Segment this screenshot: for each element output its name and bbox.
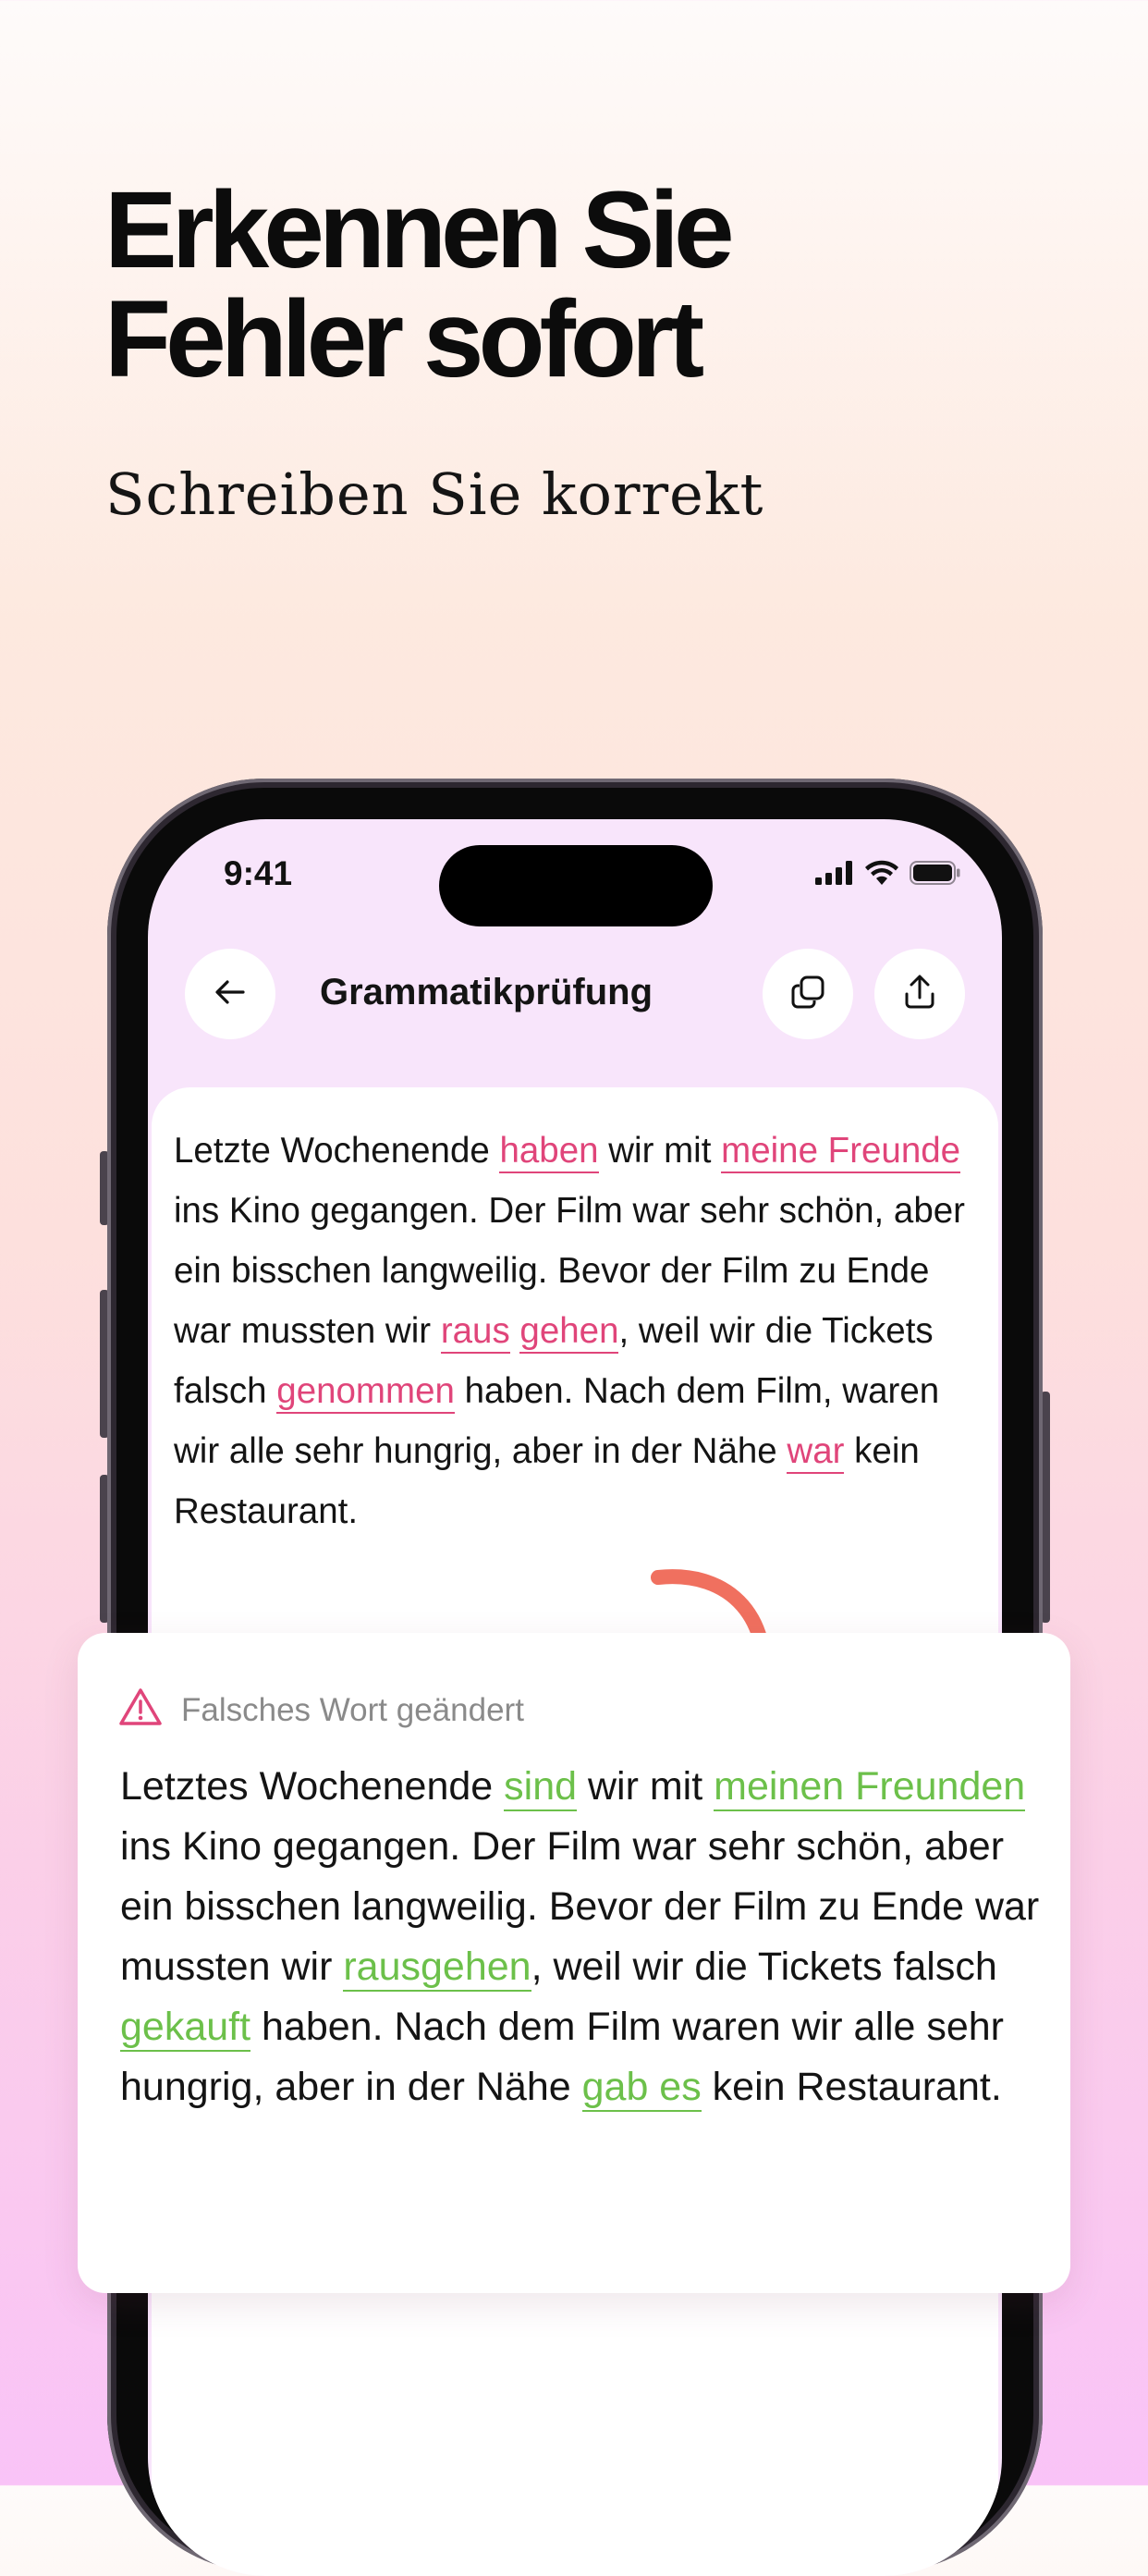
text-segment: wir mit — [598, 1131, 722, 1171]
text-segment: Letzte Wochenende — [174, 1131, 500, 1171]
share-button[interactable] — [874, 949, 965, 1039]
fix-highlight[interactable]: meinen Freunden — [714, 1764, 1026, 1811]
wifi-icon — [865, 860, 898, 889]
text-segment: kein Restaurant. — [701, 2065, 1002, 2109]
subheadline: Schreiben Sie korrekt — [105, 460, 764, 528]
dynamic-island — [439, 845, 713, 926]
back-button[interactable] — [185, 949, 275, 1039]
fix-highlight[interactable]: sind — [504, 1764, 578, 1811]
fix-highlight[interactable]: rausgehen — [343, 1944, 531, 1992]
arrow-left-icon — [212, 974, 249, 1015]
error-highlight[interactable]: haben — [499, 1131, 599, 1173]
cellular-signal-icon — [815, 860, 854, 889]
correction-label: Falsches Wort geändert — [181, 1692, 524, 1728]
headline: Erkennen Sie Fehler sofort — [104, 176, 735, 394]
text-segment — [510, 1311, 520, 1351]
error-highlight[interactable]: meine Freunde — [721, 1131, 961, 1173]
status-icons — [815, 860, 961, 889]
fix-highlight[interactable]: gekauft — [120, 2005, 251, 2052]
text-segment: wir mit — [577, 1764, 714, 1809]
share-upload-icon — [899, 972, 940, 1017]
text-segment: Letztes Wochenende — [120, 1764, 505, 1809]
nav-title: Grammatikprüfung — [320, 972, 653, 1012]
copy-button[interactable] — [763, 949, 853, 1039]
battery-icon — [910, 860, 961, 889]
original-text[interactable]: Letzte Wochenende haben wir mit meine Fr… — [174, 1121, 987, 1541]
corrected-text[interactable]: Letztes Wochenende sind wir mit meinen F… — [120, 1757, 1044, 2117]
text-segment: , weil wir die Tickets falsch — [531, 1944, 997, 1989]
error-highlight[interactable]: raus — [440, 1311, 510, 1354]
headline-line-2: Fehler sofort — [104, 278, 704, 400]
correction-popup: Falsches Wort geändert Letztes Wochenend… — [78, 1633, 1070, 2293]
fix-highlight[interactable]: gab es — [581, 2065, 702, 2112]
status-time: 9:41 — [224, 854, 293, 892]
headline-line-1: Erkennen Sie — [104, 169, 735, 291]
error-highlight[interactable]: war — [787, 1431, 845, 1474]
error-highlight[interactable]: genommen — [276, 1371, 455, 1414]
copy-icon — [788, 972, 828, 1017]
error-highlight[interactable]: gehen — [519, 1311, 619, 1354]
warning-triangle-icon — [118, 1687, 163, 1732]
